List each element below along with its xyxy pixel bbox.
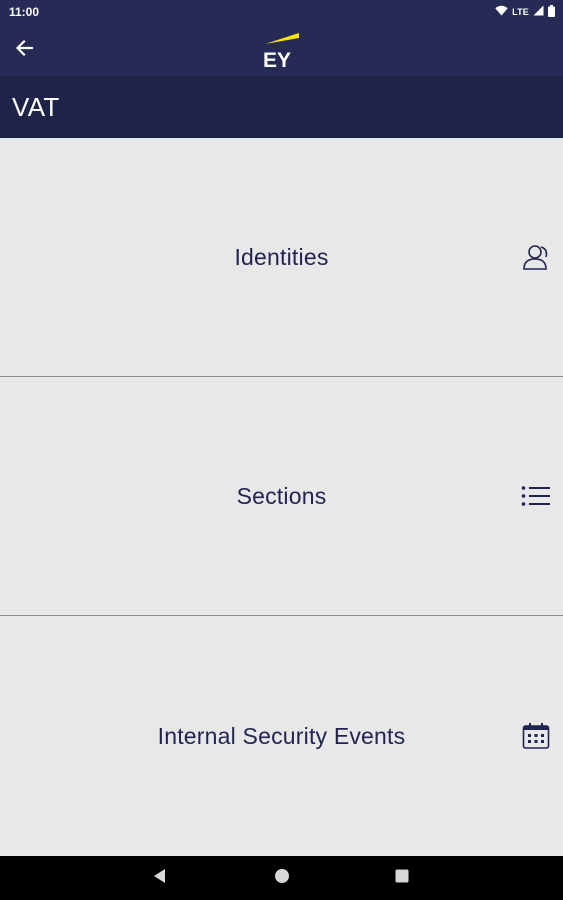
menu-item-internal-security-events[interactable]: Internal Security Events [0,616,563,856]
ey-logo: EY [262,30,302,72]
calendar-icon [521,721,551,751]
nav-home-button[interactable] [270,866,294,890]
person-icon [521,242,551,272]
status-icons: LTE [495,4,555,20]
menu-list: Identities Sections Internal Security Ev… [0,138,563,856]
back-button[interactable] [10,36,38,64]
title-bar: VAT [0,76,563,138]
arrow-left-icon [15,39,34,61]
page-title: VAT [12,91,60,122]
menu-item-sections[interactable]: Sections [0,377,563,616]
menu-item-label: Internal Security Events [157,722,406,749]
menu-item-identities[interactable]: Identities [0,138,563,377]
signal-icon [533,5,544,19]
back-triangle-icon [152,868,168,889]
battery-icon [548,4,555,20]
list-icon [521,481,551,511]
home-circle-icon [274,868,290,889]
wifi-icon [495,5,508,19]
menu-item-label: Identities [234,243,329,270]
system-nav-bar [0,856,563,900]
nav-back-button[interactable] [148,866,172,890]
network-type-label: LTE [512,7,529,17]
nav-recents-button[interactable] [390,866,414,890]
ey-logo-text: EY [263,49,291,70]
recents-square-icon [395,869,409,888]
app-bar: EY [0,24,563,76]
status-bar: 11:00 LTE [0,0,563,24]
status-time: 11:00 [9,5,40,19]
menu-item-label: Sections [236,482,327,509]
